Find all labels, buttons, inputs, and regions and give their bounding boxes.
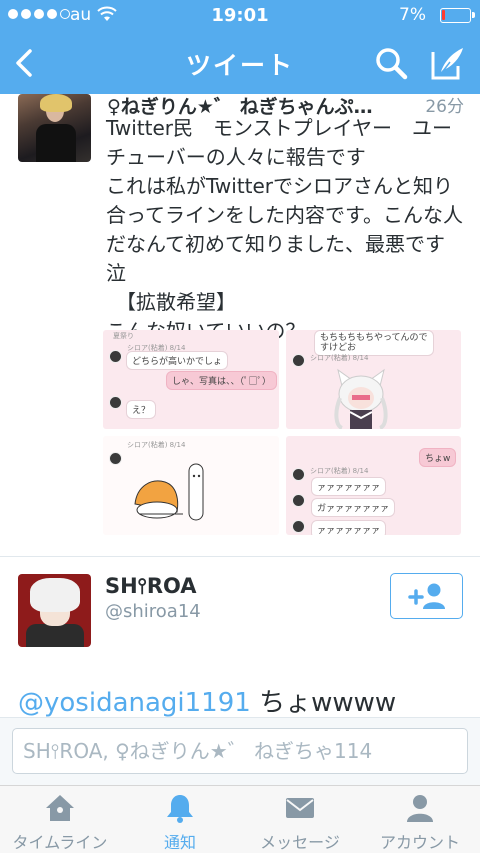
chat-avatar [109,350,122,363]
tweet-image-1[interactable]: 夏祭り シロア(粘着) 8/14 どちらが高いかでしょ しゃ、写真は、、（ﾟ□ﾟ… [103,330,279,429]
add-user-icon [407,583,445,609]
battery-icon [440,8,475,23]
user-avatar[interactable] [18,574,91,647]
reply-tweet-text: @yosidanagi1191 ちょwwww [18,682,396,719]
search-icon[interactable] [374,46,408,80]
chat-message-pink: ちょw [419,448,457,467]
tweet-image-3[interactable]: シロア(粘着) 8/14 [103,436,279,535]
image-1-top-text: 夏祭り [113,332,134,340]
chat-sender-name: シロア(粘着) 8/14 [127,441,186,449]
chat-avatar [292,354,305,367]
tweet[interactable]: ♀ねぎりん★゛ ねぎちゃんぷ… 26分 Twitter民 モンストプレイヤー ユ… [0,94,480,556]
user-handle[interactable]: @shiroa14 [105,601,201,622]
chat-avatar [292,520,305,533]
tab-home[interactable]: タイムライン [0,786,120,853]
chat-avatar [292,468,305,481]
compose-tweet-icon[interactable] [428,44,466,82]
tab-bar: タイムライン 通知 メッセージ アカウント [0,785,480,853]
tweet-image-2[interactable]: もちもちもちやってんので すけどお シロア(粘着) 8/14 [286,330,461,429]
reply-user-card[interactable]: SH⫯ROA @shiroa14 @yosidanagi1191 ちょwwww [0,557,480,719]
chat-message: ァァァァァァァ [311,477,387,496]
tab-label: 通知 [163,833,196,852]
navigation-bar: ツイート [0,32,480,94]
tweet-author-avatar[interactable] [18,94,91,162]
anime-catgirl-sticker [334,368,388,429]
chat-message: え？ [126,400,157,419]
battery-percent: 7% [399,5,426,25]
chat-sender-name: シロア(粘着) 8/14 [310,467,369,475]
page-title: ツイート [185,51,294,80]
tweet-image-grid[interactable]: 夏祭り シロア(粘着) 8/14 どちらが高いかでしょ しゃ、写真は、、（ﾟ□ﾟ… [103,330,461,536]
person-icon [407,795,433,822]
reply-body: ちょwwww [250,688,397,718]
tweet-image-4[interactable]: ちょw シロア(粘着) 8/14 ァァァァァァァ ガァァァァァァァ ァァァァァァ… [286,436,461,535]
envelope-icon [286,798,314,818]
tweet-detail-screen: au 19:01 7% ツイート ♀ねぎりん★゛ ねぎちゃんぷ… 26分 Twi… [0,0,480,853]
chat-message: どちらが高いかでしょ [126,351,229,370]
reply-composer [0,717,480,785]
tab-account[interactable]: アカウント [360,786,480,853]
chat-message-pink: しゃ、写真は、、（ﾟ□ﾟ） [166,371,278,390]
follow-button[interactable] [390,573,463,619]
chat-avatar [292,494,305,507]
status-bar: au 19:01 7% [0,0,480,32]
chat-avatar [109,452,122,465]
home-icon [46,795,74,821]
tab-label: メッセージ [260,833,340,852]
header: au 19:01 7% ツイート [0,0,480,94]
chat-message: ァァァァァァァ [311,520,387,535]
sleeping-character-sticker [134,463,204,521]
tab-label: アカウント [379,833,460,852]
tweet-text: Twitter民 モンストプレイヤー ユーチューバーの人々に報告です これは私が… [106,116,463,343]
reply-mention-link[interactable]: @yosidanagi1191 [18,688,251,718]
chat-avatar [109,396,122,409]
reply-input[interactable] [12,728,468,774]
chat-message: ガァァァァァァァ [311,498,396,517]
tab-messages[interactable]: メッセージ [240,786,360,853]
bell-icon [167,795,193,823]
tab-notifications[interactable]: 通知 [120,786,240,853]
user-display-name[interactable]: SH⫯ROA [105,574,197,599]
tab-label: タイムライン [12,833,108,852]
chat-sender-name: シロア(粘着) 8/14 [310,354,369,362]
